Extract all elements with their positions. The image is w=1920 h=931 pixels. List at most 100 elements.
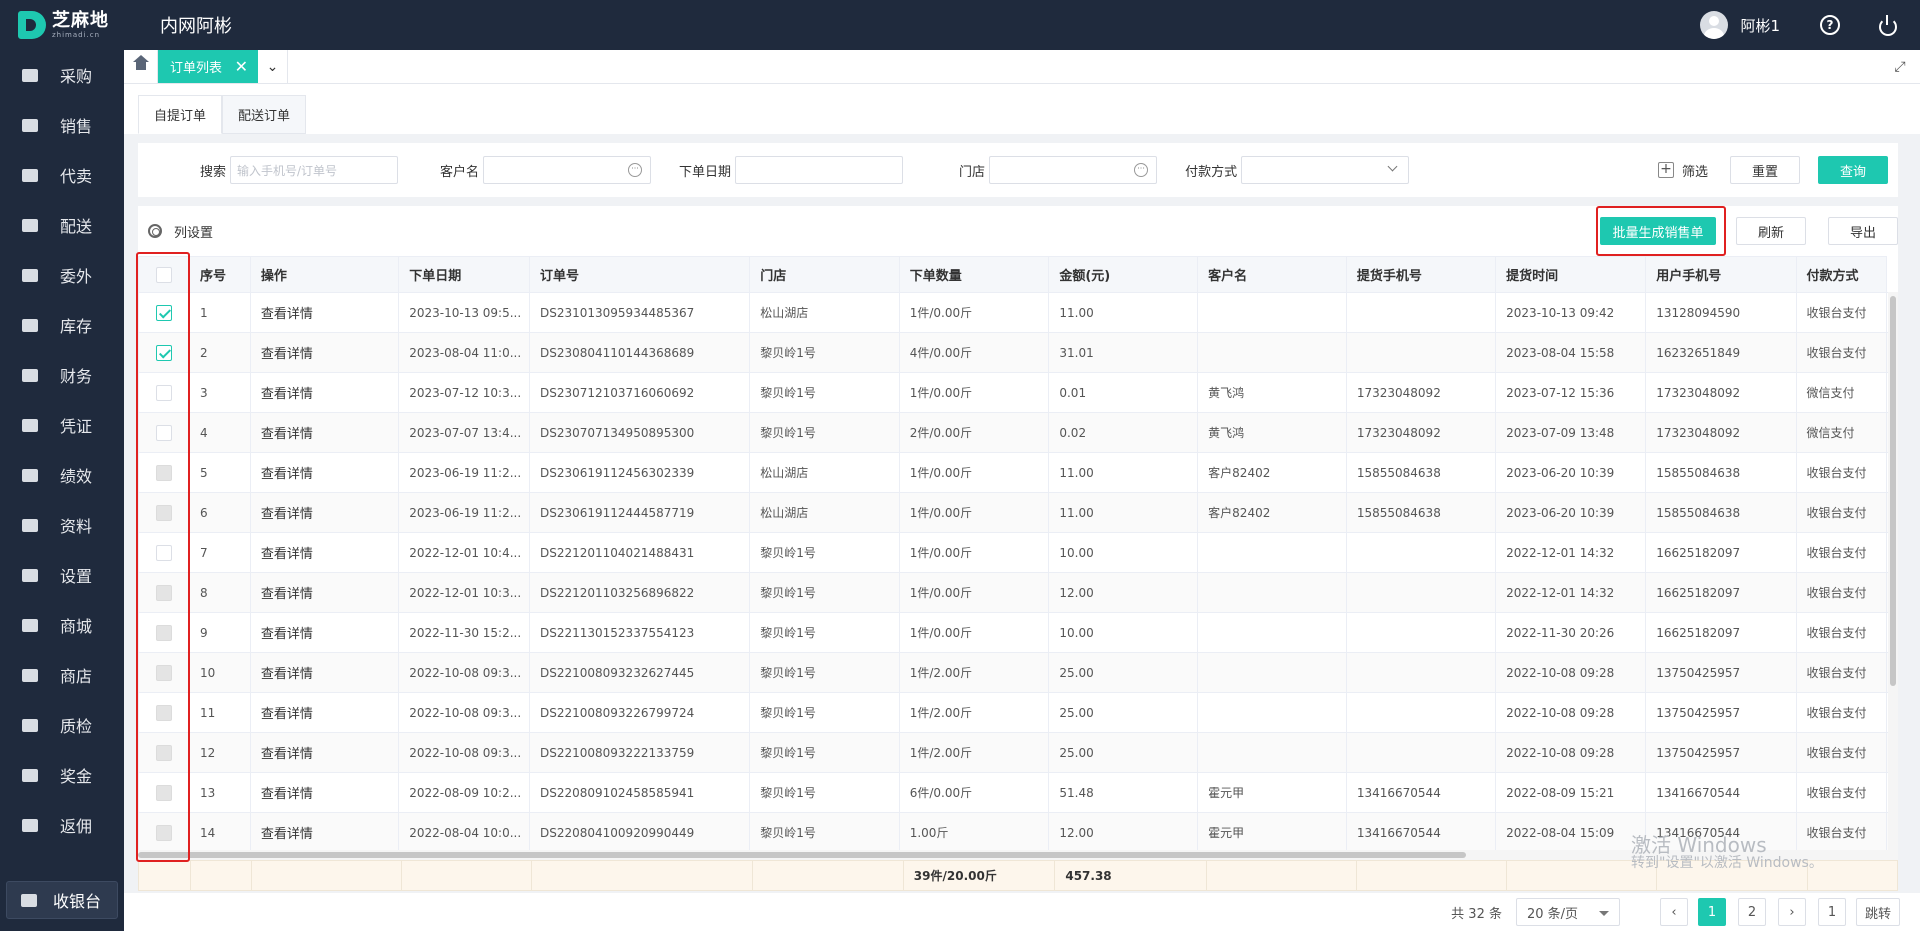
search-input[interactable]: 输入手机号/订单号: [230, 156, 399, 184]
order-date-input[interactable]: [735, 156, 904, 184]
reset-button[interactable]: 重置: [1730, 156, 1800, 184]
row-checkbox: [155, 504, 172, 521]
view-details-link[interactable]: 查看详情: [249, 612, 400, 653]
view-details-link[interactable]: 查看详情: [249, 452, 400, 493]
cell-customer: 黄飞鸿: [1197, 412, 1347, 453]
row-checkbox[interactable]: [155, 544, 172, 561]
tab-pickup-orders[interactable]: 自提订单: [138, 95, 223, 134]
view-details-link[interactable]: 查看详情: [249, 372, 400, 413]
avatar[interactable]: [1700, 11, 1729, 39]
windows-activation-watermark: 激活 Windows 转到"设置"以激活 Windows。: [1631, 834, 1823, 871]
sidebar-item-13[interactable]: 质检: [0, 700, 124, 750]
query-button[interactable]: 查询: [1818, 156, 1888, 184]
cell-no: 14: [188, 812, 251, 853]
col-header: 下单数量: [898, 256, 1050, 293]
view-details-link[interactable]: 查看详情: [249, 652, 400, 693]
view-details-link[interactable]: 查看详情: [249, 292, 400, 333]
jump-button[interactable]: 跳转: [1855, 898, 1900, 926]
batch-create-sales-button[interactable]: 批量生成销售单: [1600, 217, 1716, 245]
cell-store: 松山湖店: [749, 492, 900, 533]
more-icon[interactable]: ···: [628, 163, 643, 177]
cell-store: 松山湖店: [749, 452, 900, 493]
vertical-scrollbar[interactable]: [1888, 292, 1898, 850]
view-details-link[interactable]: 查看详情: [249, 772, 400, 813]
view-details-link[interactable]: 查看详情: [249, 692, 400, 733]
column-settings[interactable]: 列设置: [174, 222, 213, 241]
sidebar-item-14[interactable]: 奖金: [0, 750, 124, 800]
cell-date: 2022-12-01 10:4...: [398, 532, 530, 573]
row-select-cell: [138, 372, 190, 413]
view-details-link[interactable]: 查看详情: [249, 812, 400, 853]
tab-order-list[interactable]: 订单列表 ✕: [158, 50, 258, 83]
page-2-button[interactable]: 2: [1737, 898, 1766, 926]
table-row: 1 查看详情 2023-10-13 09:5... DS231013095934485…: [138, 292, 1898, 333]
tab-delivery-orders[interactable]: 配送订单: [222, 95, 307, 134]
view-details-link[interactable]: 查看详情: [249, 412, 400, 453]
row-checkbox[interactable]: [155, 384, 172, 401]
sidebar-item-2[interactable]: 代卖: [0, 150, 124, 200]
sidebar-item-10[interactable]: 设置: [0, 550, 124, 600]
cell-customer: 客户82402: [1197, 452, 1347, 493]
summary-qty: 39件/20.00斤: [902, 860, 1056, 891]
chevron-down-icon[interactable]: ⌄: [258, 50, 288, 83]
cell-no: 1: [188, 292, 251, 333]
sidebar-item-6[interactable]: 财务: [0, 350, 124, 400]
row-checkbox[interactable]: [155, 304, 172, 321]
cell-customer: [1197, 532, 1347, 573]
filter-toggle[interactable]: 筛选: [1682, 161, 1708, 180]
sidebar-item-15[interactable]: 返佣: [0, 800, 124, 850]
building-icon: [20, 267, 40, 283]
sidebar-item-0[interactable]: 采购: [0, 50, 124, 100]
logout-icon[interactable]: [1878, 15, 1898, 36]
jump-page-input[interactable]: 1: [1817, 898, 1846, 926]
sidebar-item-8[interactable]: 绩效: [0, 450, 124, 500]
cell-user_phone: 13750425957: [1645, 692, 1797, 733]
view-details-link[interactable]: 查看详情: [249, 492, 400, 533]
col-header: 提货时间: [1495, 256, 1647, 293]
plus-icon[interactable]: +: [1657, 162, 1674, 178]
cell-customer: [1197, 332, 1347, 373]
sidebar-item-7[interactable]: 凭证: [0, 400, 124, 450]
view-details-link[interactable]: 查看详情: [249, 332, 400, 373]
shop-icon: [20, 667, 40, 683]
prev-page-button[interactable]: ‹: [1659, 898, 1688, 926]
fullscreen-icon[interactable]: ⤢: [1880, 50, 1920, 83]
pagination: 共 32 条 20 条/页 ‹ 1 2 › 1 跳转: [124, 893, 1920, 931]
gear-icon[interactable]: [148, 224, 162, 238]
row-checkbox: [155, 624, 172, 641]
refresh-button[interactable]: 刷新: [1736, 217, 1806, 245]
sidebar-item-9[interactable]: 资料: [0, 500, 124, 550]
help-icon[interactable]: ?: [1820, 15, 1840, 35]
store-input[interactable]: ···: [989, 156, 1158, 184]
more-icon[interactable]: ···: [1134, 163, 1149, 177]
payment-select[interactable]: [1241, 156, 1410, 184]
sidebar-item-1[interactable]: 销售: [0, 100, 124, 150]
sidebar-item-4[interactable]: 委外: [0, 250, 124, 300]
customer-input[interactable]: ···: [483, 156, 652, 184]
home-button[interactable]: [124, 50, 158, 83]
select-all-checkbox[interactable]: [155, 266, 172, 283]
username[interactable]: 阿彬1: [1740, 15, 1780, 36]
table-row: 8 查看详情 2022-12-01 10:3... DS221201103256896…: [138, 572, 1898, 613]
close-icon[interactable]: ✕: [235, 57, 248, 76]
cell-pay: 收银台支付: [1795, 772, 1887, 813]
sidebar-item-11[interactable]: 商城: [0, 600, 124, 650]
row-checkbox[interactable]: [155, 344, 172, 361]
sidebar-item-12[interactable]: 商店: [0, 650, 124, 700]
cell-pay: 收银台支付: [1795, 452, 1887, 493]
view-details-link[interactable]: 查看详情: [249, 532, 400, 573]
export-button[interactable]: 导出: [1828, 217, 1898, 245]
sidebar-item-3[interactable]: 配送: [0, 200, 124, 250]
cell-user_phone: 16625182097: [1645, 532, 1797, 573]
cell-qty: 1.00斤: [898, 812, 1050, 853]
cell-pay: 收银台支付: [1795, 652, 1887, 693]
sidebar-item-5[interactable]: 库存: [0, 300, 124, 350]
page-size-select[interactable]: 20 条/页: [1515, 898, 1620, 926]
next-page-button[interactable]: ›: [1777, 898, 1806, 926]
cashier-button[interactable]: 收银台: [6, 881, 118, 919]
logo[interactable]: 芝麻地 zhimadi.cn: [0, 0, 124, 50]
view-details-link[interactable]: 查看详情: [249, 572, 400, 613]
page-1-button[interactable]: 1: [1697, 898, 1726, 926]
view-details-link[interactable]: 查看详情: [249, 732, 400, 773]
row-checkbox[interactable]: [155, 424, 172, 441]
